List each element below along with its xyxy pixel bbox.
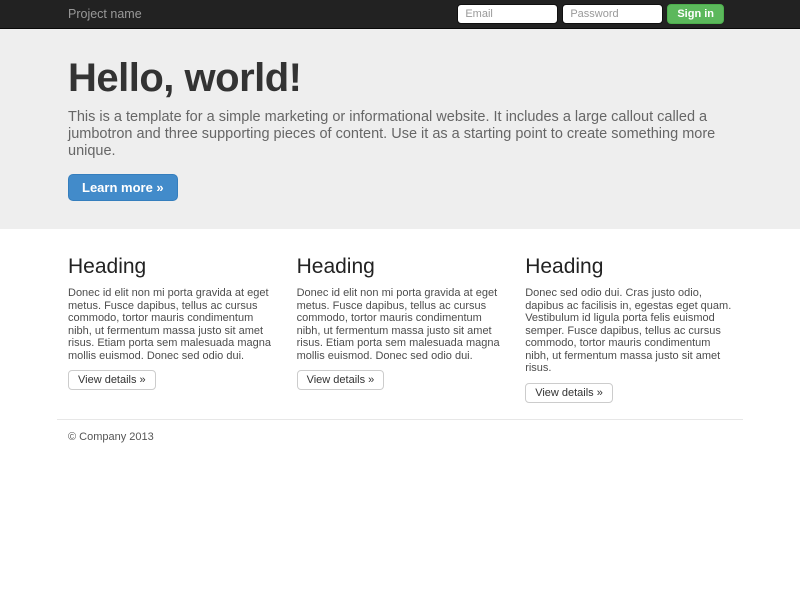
password-field[interactable]: [562, 4, 664, 24]
column-heading: Heading: [68, 255, 147, 278]
learn-more-button[interactable]: Learn more »: [68, 174, 178, 201]
column-body: Donec sed odio dui. Cras justo odio, dap…: [525, 287, 732, 374]
page-title: Hello, world!: [68, 56, 302, 100]
navbar: Project name Sign in: [0, 0, 800, 29]
footer-divider: [57, 418, 743, 420]
view-details-button-2[interactable]: View details »: [296, 370, 385, 390]
signin-form: Sign in: [457, 4, 724, 24]
footer: © Company 2013: [57, 418, 743, 443]
jumbotron: Hello, world! This is a template for a s…: [0, 29, 800, 229]
email-field[interactable]: [457, 4, 559, 24]
view-details-button-3[interactable]: View details »: [525, 382, 613, 403]
column-heading: Heading: [525, 255, 604, 278]
signin-button[interactable]: Sign in: [667, 4, 724, 24]
marketing-column-2: Heading Donec id elit non mi porta gravi…: [286, 255, 515, 403]
column-body: Donec id elit non mi porta gravida at eg…: [296, 287, 500, 362]
jumbotron-lead: This is a template for a simple marketin…: [68, 109, 716, 159]
view-details-button-1[interactable]: View details »: [68, 370, 156, 390]
column-body: Donec id elit non mi porta gravida at eg…: [68, 287, 271, 362]
marketing-columns: Heading Donec id elit non mi porta gravi…: [57, 255, 743, 403]
copyright-text: © Company 2013: [68, 430, 154, 443]
brand-link[interactable]: Project name: [68, 7, 142, 21]
marketing-column-1: Heading Donec id elit non mi porta gravi…: [57, 255, 286, 403]
column-heading: Heading: [296, 255, 375, 278]
marketing-column-3: Heading Donec sed odio dui. Cras justo o…: [514, 255, 743, 403]
